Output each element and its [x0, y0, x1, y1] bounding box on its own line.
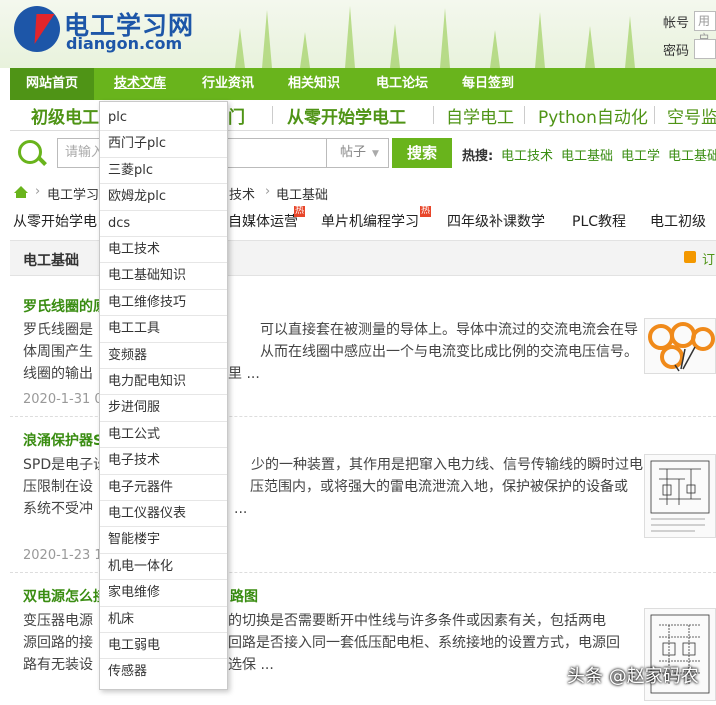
dropdown-item-inverter[interactable]: 变频器	[100, 343, 227, 369]
circuit-diagram-image	[650, 460, 710, 532]
section-title: 电工基础	[23, 253, 79, 269]
account-label: 帐号	[663, 16, 690, 31]
summary-line: 的切换是否需要断开中性线与许多条件或因素有关，包括两电	[228, 613, 606, 629]
tag-link[interactable]: 电工初级	[650, 211, 706, 231]
summary-line: 线圈的输出	[23, 366, 93, 382]
subnav-empty-number[interactable]: 空号监	[667, 103, 716, 128]
chevron-right-icon: ›	[35, 184, 41, 199]
summary-line: 体周围产生	[23, 344, 93, 360]
dropdown-item-low-voltage[interactable]: 电工弱电	[100, 633, 227, 660]
search-icon	[18, 140, 42, 164]
summary-line: 源回路的接	[23, 635, 93, 651]
dropdown-item-components[interactable]: 电子元器件	[100, 475, 227, 501]
nav-related-knowledge[interactable]: 相关知识	[274, 68, 354, 100]
breadcrumb-item[interactable]: 电工学习	[47, 184, 99, 203]
article-thumbnail[interactable]	[644, 454, 716, 538]
subnav-python[interactable]: Python自动化	[538, 103, 648, 128]
summary-line: 少的一种装置，其作用是把窜入电力线、信号传输线的瞬时过电	[251, 457, 643, 473]
logo-icon[interactable]	[14, 6, 60, 52]
dropdown-item-power-distribution[interactable]: 电力配电知识	[100, 369, 227, 396]
dropdown-item-siemens-plc[interactable]: 西门子plc	[100, 131, 227, 158]
hot-search-label: 热搜:	[462, 149, 494, 164]
chevron-right-icon: ›	[265, 184, 271, 199]
search-type-select[interactable]: 帖子 ▼	[327, 138, 389, 168]
dropdown-item-plc[interactable]: plc	[100, 105, 227, 132]
tag-link[interactable]: PLC教程	[572, 211, 626, 231]
home-icon[interactable]	[14, 186, 28, 198]
nav-daily-checkin[interactable]: 每日签到	[448, 68, 528, 100]
hot-link[interactable]: 电工学	[621, 145, 660, 164]
rss-icon[interactable]	[684, 251, 696, 263]
coil-image	[648, 322, 715, 372]
watermark: 头条 @赵家码农	[567, 666, 699, 687]
summary-line: 压范围内，或将强大的雷电流泄流入地，保护被保护的设备或	[250, 479, 628, 495]
tag-link[interactable]: 从零开始学电	[13, 211, 97, 231]
hot-badge: 热	[294, 206, 306, 217]
password-input[interactable]	[694, 39, 716, 59]
summary-line: 可以直接套在被测量的导体上。导体中流过的交流电流会在导	[260, 322, 638, 338]
subnav-from-zero[interactable]: 从零开始学电工	[287, 103, 406, 128]
dropdown-item-machine-tools[interactable]: 机床	[100, 607, 227, 633]
chevron-down-icon: ▼	[372, 149, 379, 159]
article-date: 2020-1-23 17	[23, 548, 111, 563]
dropdown-item-electronics[interactable]: 电子技术	[100, 448, 227, 475]
dropdown-item-electrical-basics[interactable]: 电工基础知识	[100, 263, 227, 290]
nav-tech-library[interactable]: 技术文库	[100, 68, 180, 100]
dropdown-item-electrical-tech[interactable]: 电工技术	[100, 237, 227, 264]
summary-line: SPD是电子设	[23, 457, 108, 473]
summary-line: 回路是否接入同一套低压配电柜、系统接地的设置方式，电源回	[228, 635, 620, 651]
article-date: 2020-1-31 09	[23, 392, 111, 407]
summary-line: 路有无装设	[23, 657, 93, 673]
dropdown-item-smart-building[interactable]: 智能楼宇	[100, 527, 227, 554]
password-label: 密码	[663, 44, 690, 59]
subscribe-link[interactable]: 订	[702, 249, 715, 268]
main-nav: 网站首页 技术文库 行业资讯 相关知识 电工论坛 每日签到	[10, 68, 716, 100]
summary-line: 从而在线圈中感应出一个与电流变比成比例的交流电压信号。	[260, 344, 638, 360]
dropdown-item-sensors[interactable]: 传感器	[100, 659, 227, 685]
summary-line: ...	[234, 501, 248, 517]
dropdown-item-omron-plc[interactable]: 欧姆龙plc	[100, 184, 227, 211]
article-title-tail[interactable]: 路图	[230, 586, 258, 606]
dropdown-item-repair-tips[interactable]: 电工维修技巧	[100, 290, 227, 317]
tag-link[interactable]: 单片机编程学习	[321, 211, 419, 231]
summary-line: 选保 ...	[228, 657, 274, 673]
summary-line: 里 ...	[228, 366, 260, 382]
summary-line: 压限制在设	[23, 479, 93, 495]
hot-link[interactable]: 电工基础	[668, 145, 716, 164]
dropdown-item-dcs[interactable]: dcs	[100, 211, 227, 237]
summary-line: 罗氏线圈是	[23, 322, 93, 338]
dropdown-item-tools[interactable]: 电工工具	[100, 316, 227, 343]
article-title[interactable]: 双电源怎么接	[23, 586, 107, 606]
dropdown-item-stepper-servo[interactable]: 步进伺服	[100, 395, 227, 422]
dropdown-item-formulas[interactable]: 电工公式	[100, 422, 227, 449]
subnav-intro[interactable]: 门	[228, 103, 245, 128]
tech-library-dropdown: plc 西门子plc 三菱plc 欧姆龙plc dcs 电工技术 电工基础知识 …	[99, 101, 228, 690]
logo-domain: diangon.com	[66, 34, 183, 53]
tag-link[interactable]: 自媒体运营	[228, 211, 298, 231]
summary-line: 变压器电源	[23, 613, 93, 629]
subnav-self-study[interactable]: 自学电工	[446, 103, 514, 128]
dropdown-item-mitsubishi-plc[interactable]: 三菱plc	[100, 158, 227, 185]
hot-badge: 热	[420, 206, 432, 217]
nav-home[interactable]: 网站首页	[10, 68, 94, 100]
hot-link[interactable]: 电工技术	[501, 145, 553, 164]
dropdown-item-appliance-repair[interactable]: 家电维修	[100, 580, 227, 607]
account-input[interactable]: 用户	[694, 11, 716, 46]
summary-line: 系统不受冲	[23, 501, 93, 517]
nav-industry-news[interactable]: 行业资讯	[188, 68, 268, 100]
tag-link[interactable]: 四年级补课数学	[447, 211, 545, 231]
breadcrumb-current: 电工基础	[276, 188, 329, 203]
search-button[interactable]: 搜索	[392, 138, 452, 168]
dropdown-item-instruments[interactable]: 电工仪器仪表	[100, 501, 227, 528]
search-type-label: 帖子	[340, 145, 367, 160]
hot-link[interactable]: 电工基础	[561, 145, 613, 164]
breadcrumb-item[interactable]: 技术	[229, 184, 255, 203]
article-title[interactable]: 浪涌保护器S	[23, 430, 103, 450]
subnav-beginner[interactable]: 初级电工	[31, 103, 99, 128]
dropdown-item-mechatronics[interactable]: 机电一体化	[100, 554, 227, 581]
article-thumbnail[interactable]	[644, 318, 716, 374]
nav-forum[interactable]: 电工论坛	[362, 68, 442, 100]
article-title[interactable]: 罗氏线圈的原	[23, 296, 107, 316]
